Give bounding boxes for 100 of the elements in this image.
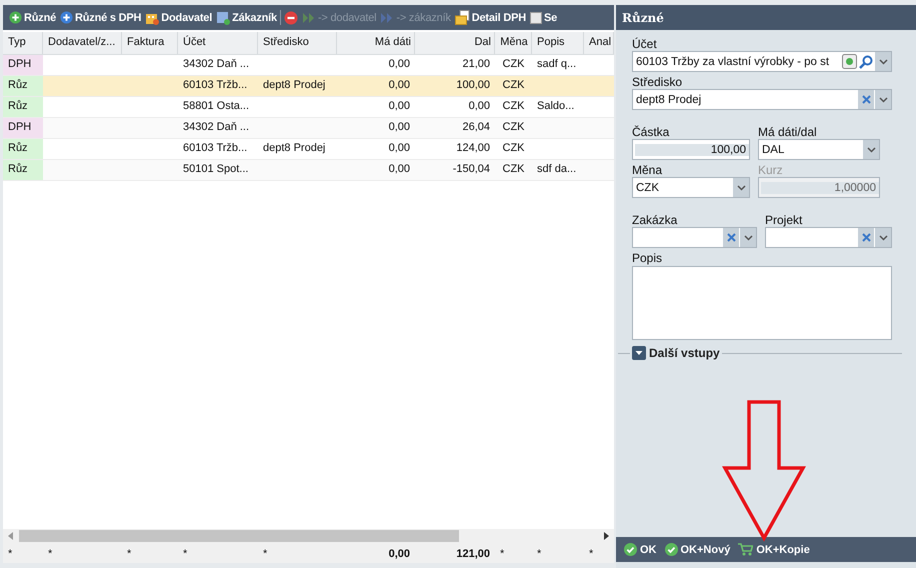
chevron-icon bbox=[866, 146, 876, 152]
field-label: Má dáti/dal bbox=[758, 125, 818, 139]
double-arrow-icon bbox=[380, 12, 394, 24]
table-cell-text: CZK bbox=[502, 162, 526, 177]
column-header[interactable]: Měna bbox=[495, 32, 532, 54]
close-icon bbox=[862, 233, 870, 242]
ok-button[interactable]: OK+Kopie bbox=[738, 543, 810, 556]
column-header[interactable]: Dal bbox=[415, 32, 495, 54]
chevron-icon bbox=[744, 234, 752, 240]
currency-select[interactable]: CZK bbox=[632, 177, 750, 198]
column-header[interactable]: Popis bbox=[532, 32, 584, 54]
dropdown-button[interactable] bbox=[875, 90, 891, 109]
scroll-right-icon[interactable] bbox=[602, 532, 610, 540]
account-field[interactable]: 60103 Tržby za vlastní výrobky - po st bbox=[632, 51, 892, 72]
field-label: Kurz bbox=[758, 163, 784, 177]
chevron-icon bbox=[736, 184, 746, 190]
toolbar-button[interactable]: Detail DPH bbox=[454, 10, 527, 25]
document-icon bbox=[454, 10, 470, 25]
dropdown-button[interactable] bbox=[863, 140, 879, 159]
clear-button[interactable] bbox=[858, 228, 874, 247]
total-cell-text: * bbox=[7, 547, 14, 562]
description-field[interactable] bbox=[632, 266, 892, 340]
debit-credit-select[interactable]: DAL bbox=[758, 139, 880, 160]
column-header[interactable]: Anal bbox=[584, 32, 614, 54]
table-cell-text: 0,00 bbox=[388, 120, 411, 135]
close-icon bbox=[726, 233, 736, 242]
column-header[interactable]: Faktura bbox=[122, 32, 178, 54]
column-header[interactable]: Dodavatel/z... bbox=[43, 32, 122, 54]
card-icon bbox=[216, 10, 230, 24]
table-cell-text: 0,00 bbox=[388, 99, 411, 114]
clear-button[interactable] bbox=[723, 228, 739, 247]
type-cell: Růz bbox=[3, 160, 43, 180]
toolbar-button[interactable]: Se bbox=[529, 12, 558, 24]
table-cell-text: 34302 Daň ... bbox=[182, 57, 250, 72]
table-cell-text: CZK bbox=[502, 120, 526, 135]
table-cell-text: sadf q... bbox=[536, 57, 578, 72]
amount-field[interactable]: 100,00 bbox=[632, 139, 750, 160]
plus-icon bbox=[9, 11, 22, 24]
project-field[interactable] bbox=[765, 227, 892, 248]
expand-icon bbox=[632, 346, 646, 360]
double-arrow-icon bbox=[302, 12, 316, 24]
panel-title: Různé bbox=[616, 5, 916, 30]
dropdown-button[interactable] bbox=[740, 228, 756, 247]
table-cell-text: CZK bbox=[502, 99, 526, 114]
dropdown-button[interactable] bbox=[875, 52, 891, 71]
more-inputs-toggle[interactable]: Další vstupy bbox=[630, 346, 722, 360]
column-header[interactable]: Má dáti bbox=[337, 32, 415, 54]
table-cell-text: 0,00 bbox=[468, 99, 491, 114]
table-cell-text: Saldo... bbox=[536, 99, 576, 114]
table-cell-text: 26,04 bbox=[461, 120, 491, 135]
table-cell-text: 124,00 bbox=[455, 141, 491, 156]
type-cell: DPH bbox=[3, 55, 43, 75]
table-cell-text: 60103 Tržb... bbox=[182, 141, 248, 156]
table-cell-text: 0,00 bbox=[388, 57, 411, 72]
table-cell-text: 60103 Tržb... bbox=[182, 78, 248, 93]
chevron-icon bbox=[878, 58, 888, 64]
close-icon bbox=[862, 95, 870, 104]
column-header[interactable]: Účet bbox=[178, 32, 258, 54]
table-cell-text: sdf da... bbox=[536, 162, 578, 177]
toolbar-button[interactable]: Zákazník bbox=[215, 10, 278, 24]
chevron-icon bbox=[878, 96, 888, 102]
checkbox-icon bbox=[530, 12, 542, 24]
table-cell-text: 100,00 bbox=[455, 78, 491, 93]
ok-button[interactable]: OK+Nový bbox=[664, 543, 730, 556]
table-cell-text: 34302 Daň ... bbox=[182, 120, 250, 135]
total-cell-text: * bbox=[262, 547, 268, 562]
toolbar-button[interactable]: Různé s DPH bbox=[59, 11, 142, 24]
field-label: Popis bbox=[632, 251, 664, 265]
table-cell-text: dept8 Prodej bbox=[262, 78, 326, 93]
delete-button[interactable] bbox=[282, 10, 299, 24]
dropdown-button[interactable] bbox=[875, 228, 891, 247]
ok-button[interactable]: OK bbox=[624, 543, 656, 556]
clear-button[interactable] bbox=[858, 90, 874, 109]
field-label: Středisko bbox=[632, 75, 684, 89]
horizontal-scrollbar[interactable] bbox=[3, 529, 614, 543]
total-cell-text: 0,00 bbox=[388, 547, 411, 562]
center-field[interactable]: dept8 Prodej bbox=[632, 89, 892, 110]
table-cell-text: CZK bbox=[502, 141, 526, 156]
total-cell-text: * bbox=[499, 547, 506, 562]
column-header[interactable]: Typ bbox=[3, 32, 43, 54]
dropdown-button[interactable] bbox=[733, 178, 749, 197]
table-cell-text: 50101 Spot... bbox=[182, 162, 250, 177]
toolbar-button[interactable]: Dodavatel bbox=[144, 10, 214, 24]
field-label: Měna bbox=[632, 163, 664, 177]
toolbar-button[interactable]: Různé bbox=[8, 11, 58, 24]
cart-icon bbox=[738, 543, 754, 556]
add-icon[interactable] bbox=[842, 54, 857, 69]
search-icon[interactable] bbox=[858, 54, 874, 70]
total-cell-text: * bbox=[536, 547, 542, 562]
check-icon bbox=[664, 543, 678, 556]
total-cell-text: * bbox=[588, 547, 594, 562]
column-header[interactable]: Středisko bbox=[258, 32, 337, 54]
field-label: Projekt bbox=[765, 213, 804, 227]
field-label: Účet bbox=[632, 37, 658, 51]
type-cell: Růz bbox=[3, 76, 43, 96]
order-field[interactable] bbox=[632, 227, 757, 248]
plus-icon bbox=[60, 11, 74, 24]
type-cell: DPH bbox=[3, 118, 43, 138]
scroll-left-icon[interactable] bbox=[7, 532, 15, 540]
type-cell: Růz bbox=[3, 97, 43, 117]
